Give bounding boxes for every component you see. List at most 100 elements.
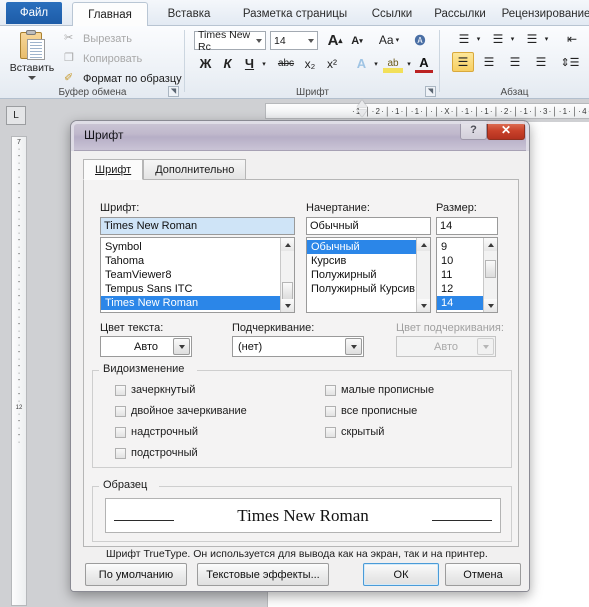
- scrollbar-thumb[interactable]: [485, 260, 496, 278]
- list-item[interactable]: TeamViewer8: [101, 268, 294, 282]
- bullets-button[interactable]: ☰: [454, 30, 474, 48]
- clear-formatting-button[interactable]: 🅐: [410, 30, 430, 50]
- scroll-up-icon[interactable]: [417, 238, 430, 251]
- checkbox-icon[interactable]: [325, 405, 336, 417]
- text-effects-button[interactable]: Текстовые эффекты...: [197, 563, 329, 586]
- checkbox-icon[interactable]: [325, 426, 336, 438]
- list-item[interactable]: Tempus Sans ITC: [101, 282, 294, 296]
- text-effects-dropdown[interactable]: ▾: [371, 58, 381, 70]
- list-item[interactable]: Обычный: [307, 240, 416, 254]
- list-item[interactable]: Курсив: [307, 254, 430, 268]
- checkbox-subscript[interactable]: подстрочный: [115, 447, 198, 459]
- list-item[interactable]: 14: [437, 296, 483, 310]
- scroll-down-icon[interactable]: [484, 299, 497, 312]
- list-item[interactable]: Полужирный Курсив: [307, 282, 430, 296]
- bullets-dropdown[interactable]: ▾: [474, 33, 483, 45]
- align-center-button[interactable]: ☰: [478, 52, 500, 72]
- checkbox-icon[interactable]: [115, 405, 126, 417]
- ribbon-tab-references[interactable]: Ссылки: [362, 2, 422, 26]
- checkbox-all-caps[interactable]: все прописные: [325, 405, 417, 417]
- text-effects-button[interactable]: A: [353, 54, 370, 73]
- underline-dropdown[interactable]: ▾: [259, 58, 269, 70]
- chevron-down-icon[interactable]: [28, 76, 36, 80]
- font-style-input[interactable]: Обычный: [306, 217, 431, 235]
- checkbox-strikethrough[interactable]: зачеркнутый: [115, 384, 195, 396]
- checkbox-icon[interactable]: [115, 426, 126, 438]
- format-painter-command[interactable]: ✐ Формат по образцу: [64, 70, 182, 88]
- chevron-down-icon[interactable]: [256, 39, 262, 43]
- font-list-scrollbar[interactable]: [280, 238, 294, 312]
- highlight-button[interactable]: ab: [383, 54, 403, 73]
- ribbon-tab-review[interactable]: Рецензирование: [498, 2, 589, 26]
- font-name-input[interactable]: Times New Roman: [100, 217, 295, 235]
- ribbon-tab-file[interactable]: Файл: [6, 2, 62, 24]
- multilevel-list-button[interactable]: ☰: [522, 30, 542, 48]
- scroll-down-icon[interactable]: [281, 299, 294, 312]
- list-item[interactable]: Tahoma: [101, 254, 294, 268]
- multilevel-list-dropdown[interactable]: ▾: [542, 33, 551, 45]
- underline-button[interactable]: Ч: [241, 54, 258, 73]
- dialog-tab-font[interactable]: Шрифт: [83, 159, 144, 180]
- font-style-listbox[interactable]: Обычный Курсив Полужирный Полужирный Кур…: [306, 237, 431, 313]
- justify-button[interactable]: ☰: [530, 52, 552, 72]
- ribbon-tab-layout[interactable]: Разметка страницы: [228, 2, 362, 26]
- tab-stop-selector[interactable]: L: [6, 106, 26, 125]
- font-name-listbox[interactable]: Symbol Tahoma TeamViewer8 Tempus Sans IT…: [100, 237, 295, 313]
- list-item[interactable]: Полужирный: [307, 268, 430, 282]
- strikethrough-button[interactable]: abc: [275, 54, 297, 73]
- highlight-dropdown[interactable]: ▾: [404, 58, 414, 70]
- chevron-down-icon[interactable]: [308, 39, 314, 43]
- checkbox-icon[interactable]: [115, 447, 126, 459]
- scroll-down-icon[interactable]: [417, 299, 430, 312]
- align-right-button[interactable]: ☰: [504, 52, 526, 72]
- chevron-down-icon[interactable]: ▾: [396, 36, 400, 44]
- font-color-button[interactable]: A: [415, 54, 433, 73]
- help-button[interactable]: ?: [460, 121, 487, 140]
- checkbox-hidden[interactable]: скрытый: [325, 426, 384, 438]
- list-item[interactable]: Times New Roman: [101, 296, 280, 310]
- scrollbar-thumb[interactable]: [282, 282, 293, 300]
- checkbox-double-strikethrough[interactable]: двойное зачеркивание: [115, 405, 247, 417]
- numbering-button[interactable]: ☰: [488, 30, 508, 48]
- checkbox-icon[interactable]: [115, 384, 126, 396]
- ok-button[interactable]: ОК: [363, 563, 439, 586]
- ribbon-tab-mailings[interactable]: Рассылки: [424, 2, 496, 26]
- italic-button[interactable]: К: [219, 54, 236, 73]
- align-left-button[interactable]: ☰: [452, 52, 474, 72]
- grow-font-button[interactable]: A ▴: [325, 30, 345, 50]
- change-case-button[interactable]: Aa ▾: [375, 31, 403, 49]
- font-size-input[interactable]: 14: [436, 217, 498, 235]
- checkbox-icon[interactable]: [325, 384, 336, 396]
- default-button[interactable]: По умолчанию: [85, 563, 187, 586]
- numbering-dropdown[interactable]: ▾: [508, 33, 517, 45]
- chevron-down-icon[interactable]: [173, 338, 190, 355]
- scroll-up-icon[interactable]: [484, 238, 497, 251]
- font-name-combo[interactable]: Times New Rc: [194, 29, 266, 53]
- clipboard-dialog-launcher[interactable]: ◥: [168, 86, 179, 97]
- superscript-button[interactable]: x²: [323, 54, 341, 73]
- ribbon-tab-insert[interactable]: Вставка: [154, 2, 224, 26]
- font-size-combo[interactable]: 14: [270, 31, 318, 50]
- font-size-listbox[interactable]: 9 10 11 12 14: [436, 237, 498, 313]
- bold-button[interactable]: Ж: [197, 54, 214, 73]
- horizontal-ruler[interactable]: ·1·│·2·│·1·│·1·│·│·X·│·1·│·1·│·2·│·1·│·3…: [265, 103, 589, 119]
- indent-marker-icon[interactable]: [357, 100, 367, 122]
- cut-command[interactable]: ✂ Вырезать: [64, 30, 132, 48]
- vertical-ruler[interactable]: 7 · - · - · - · - · - · - · - · - · - · - · - · - · - · - · - · - · -…: [11, 136, 27, 606]
- checkbox-small-caps[interactable]: малые прописные: [325, 384, 434, 396]
- checkbox-superscript[interactable]: надстрочный: [115, 426, 198, 438]
- subscript-button[interactable]: x₂: [301, 54, 319, 73]
- dialog-title-bar[interactable]: Шрифт ? ✕: [71, 121, 529, 151]
- cancel-button[interactable]: Отмена: [445, 563, 521, 586]
- style-list-scrollbar[interactable]: [416, 238, 430, 312]
- line-spacing-button[interactable]: ⇕☰: [560, 52, 580, 72]
- scroll-up-icon[interactable]: [281, 238, 294, 251]
- paste-button[interactable]: Вставить: [6, 28, 58, 92]
- underline-style-dropdown[interactable]: (нет): [232, 336, 364, 357]
- ribbon-tab-home[interactable]: Главная: [72, 2, 148, 26]
- list-item[interactable]: Symbol: [101, 240, 294, 254]
- font-dialog-launcher[interactable]: ◥: [425, 86, 436, 97]
- chevron-down-icon[interactable]: [345, 338, 362, 355]
- dialog-tab-advanced[interactable]: Дополнительно: [143, 159, 247, 180]
- copy-command[interactable]: ❐ Копировать: [64, 50, 142, 68]
